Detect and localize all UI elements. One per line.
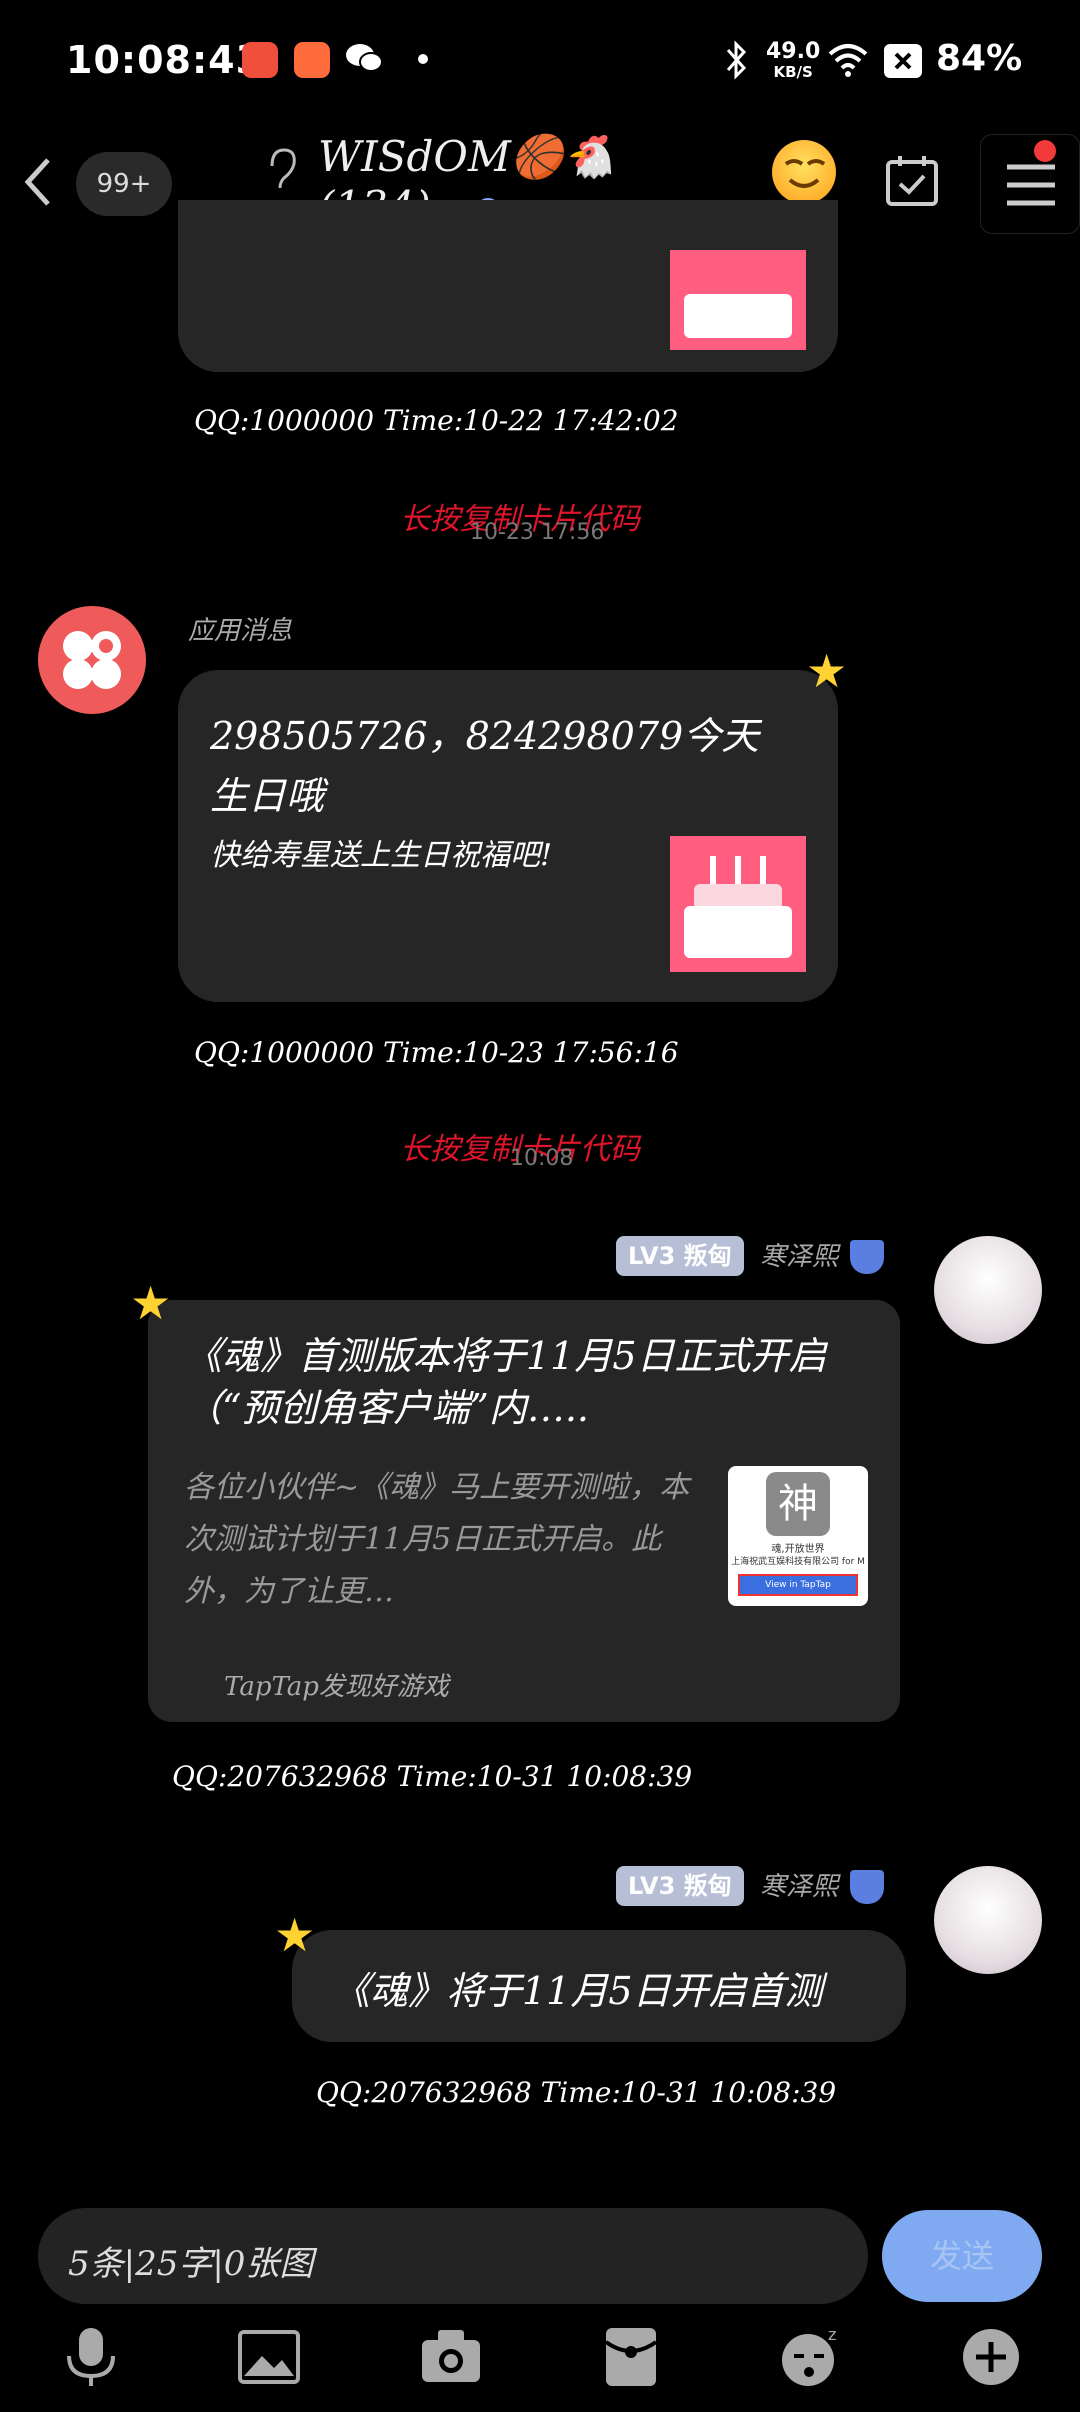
battery-level: 84% xyxy=(936,38,1023,79)
network-speed-unit: KB/S xyxy=(773,63,813,81)
level-badge: LV3 叛匈 xyxy=(616,1866,744,1906)
star-icon: ★ xyxy=(806,644,848,698)
input-value: 5条|25字|0张图 xyxy=(68,2244,314,2284)
ear-icon xyxy=(266,146,298,192)
video-app-icon xyxy=(294,42,330,78)
message-meta: QQ:207632968 Time:10-31 10:08:39 xyxy=(172,1760,693,1793)
user-avatar[interactable] xyxy=(934,1236,1042,1344)
game-app-icon xyxy=(242,42,278,78)
shield-icon xyxy=(850,1240,884,1274)
calendar-check-icon[interactable] xyxy=(884,152,940,208)
share-source: TapTap发现好游戏 xyxy=(224,1672,449,1702)
svg-text:z: z xyxy=(828,2325,836,2344)
plus-icon[interactable] xyxy=(956,2322,1026,2392)
bluetooth-icon xyxy=(722,40,752,80)
thumb-title: 魂,开放世界 xyxy=(771,1544,825,1555)
wechat-icon xyxy=(344,40,384,76)
card-title: 298505726，824298079今天生日哦 xyxy=(210,714,760,818)
user-avatar[interactable] xyxy=(934,1866,1042,1974)
app-message-avatar[interactable] xyxy=(38,606,146,714)
sender-name: 寒泽熙 xyxy=(760,1872,839,1902)
sim-off-icon xyxy=(884,44,922,78)
status-time: 10:08:43 xyxy=(66,38,264,82)
notification-dot-icon xyxy=(418,54,428,64)
network-speed: 49.0 KB/S xyxy=(766,39,821,82)
share-thumbnail: 神 魂,开放世界 上海祝武互娱科技有限公司 for M View in TapT… xyxy=(728,1466,868,1606)
timestamp-divider: 10:08 xyxy=(510,1146,574,1171)
message-text: 《魂》将于11月5日开启首测 xyxy=(332,1969,823,2013)
message-meta: QQ:207632968 Time:10-31 10:08:39 xyxy=(316,2076,837,2109)
wifi-icon xyxy=(826,42,870,78)
birthday-card[interactable]: 298505726，824298079今天生日哦 快给寿星送上生日祝福吧! xyxy=(178,670,838,1002)
sender-name: 寒泽熙 xyxy=(760,1242,839,1272)
menu-notification-dot xyxy=(1034,140,1056,162)
text-message-bubble[interactable]: 《魂》将于11月5日开启首测 xyxy=(292,1930,906,2042)
sender-name: 应用消息 xyxy=(188,616,293,646)
taptap-button: View in TapTap xyxy=(738,1574,858,1596)
star-icon: ★ xyxy=(130,1276,172,1330)
emoji-face-icon[interactable] xyxy=(772,140,836,204)
cake-thumbnail xyxy=(670,250,806,350)
share-description: 各位小伙伴~《魂》马上要开测啦，本次测试计划于11月5日正式开启。此外，为了让更… xyxy=(184,1470,690,1609)
share-title: 《魂》首测版本将于11月5日正式开启（“预创角客户端”内….. xyxy=(184,1334,827,1430)
message-meta: QQ:1000000 Time:10-23 17:56:16 xyxy=(194,1036,679,1069)
timestamp-divider: 10-23 17:56 xyxy=(470,520,605,545)
thumb-subtitle: 上海祝武互娱科技有限公司 for M xyxy=(731,1557,865,1567)
camera-icon[interactable] xyxy=(416,2322,486,2392)
message-meta: QQ:1000000 Time:10-22 17:42:02 xyxy=(194,404,679,437)
menu-icon xyxy=(1007,164,1055,206)
star-icon: ★ xyxy=(274,1908,316,1962)
send-button[interactable]: 发送 xyxy=(882,2210,1042,2302)
image-icon[interactable] xyxy=(234,2322,304,2392)
sticker-icon[interactable]: z xyxy=(776,2322,846,2392)
mic-icon[interactable] xyxy=(56,2322,126,2392)
network-speed-value: 49.0 xyxy=(766,39,821,64)
back-button[interactable] xyxy=(18,152,58,212)
game-logo: 神 xyxy=(766,1472,830,1536)
shield-icon xyxy=(850,1870,884,1904)
menu-button[interactable] xyxy=(980,134,1080,234)
birthday-card-previous[interactable] xyxy=(178,200,838,372)
share-card[interactable]: 《魂》首测版本将于11月5日正式开启（“预创角客户端”内….. 各位小伙伴~《魂… xyxy=(148,1300,900,1722)
red-packet-icon[interactable] xyxy=(596,2322,666,2392)
cake-thumbnail xyxy=(670,836,806,972)
card-subtitle: 快给寿星送上生日祝福吧! xyxy=(210,838,553,873)
level-badge: LV3 叛匈 xyxy=(616,1236,744,1276)
status-bar: 10:08:43 49.0 KB/S 84% xyxy=(0,0,1080,122)
unread-count-badge[interactable]: 99+ xyxy=(76,152,172,216)
message-input[interactable]: 5条|25字|0张图 xyxy=(38,2208,868,2304)
